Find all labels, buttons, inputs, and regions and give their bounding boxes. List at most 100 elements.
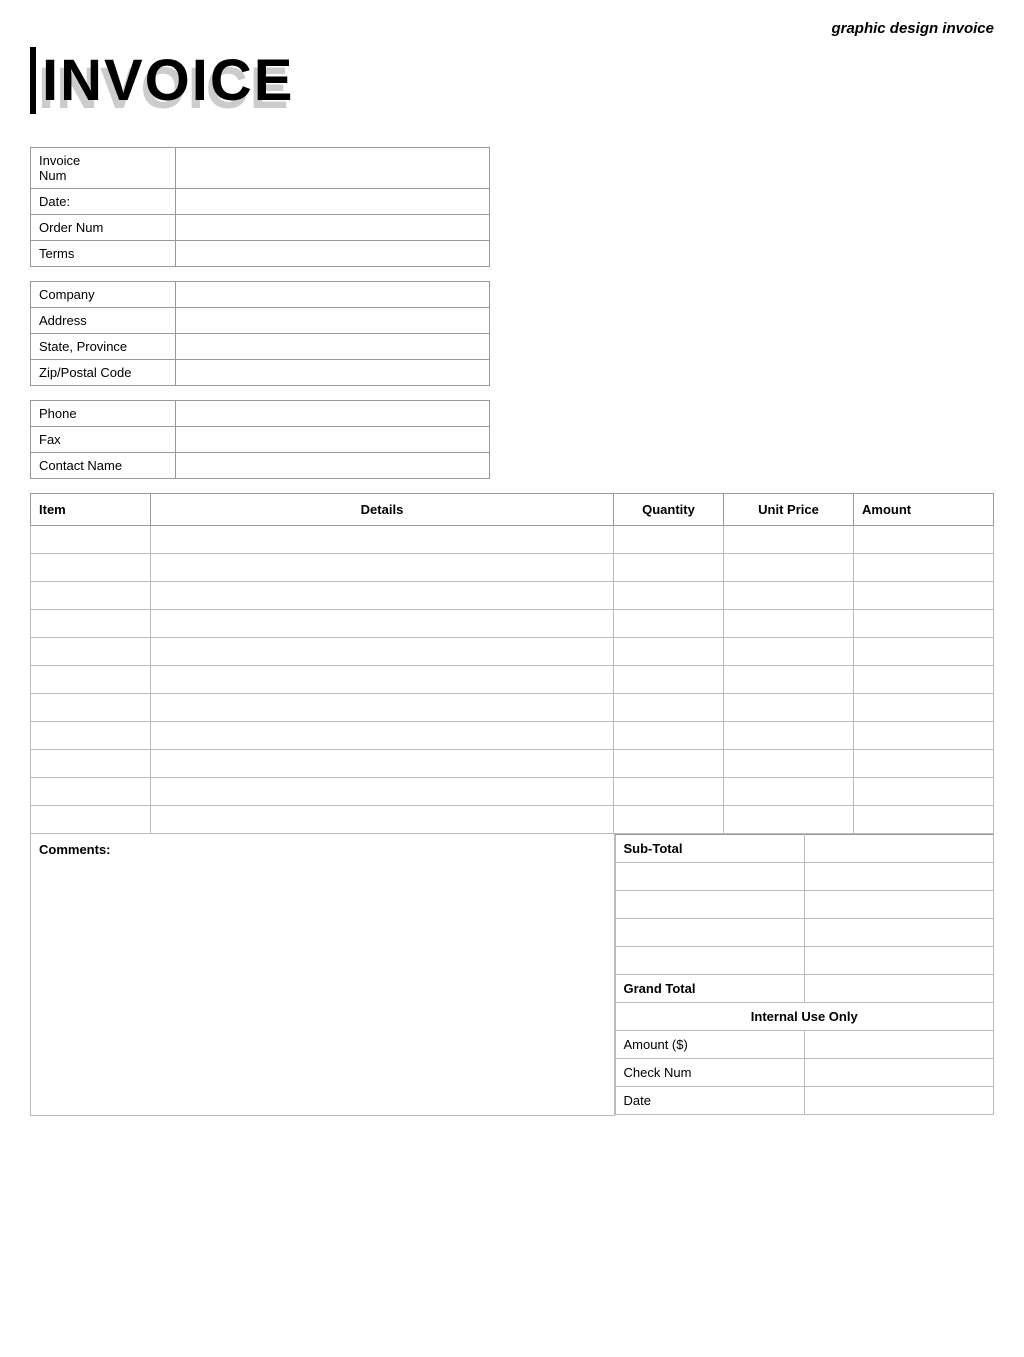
row-10-item[interactable] (31, 806, 151, 834)
row-8-unit_price[interactable] (724, 750, 854, 778)
row-5-item[interactable] (31, 666, 151, 694)
subtotal-value[interactable] (804, 835, 993, 863)
row-9-details[interactable] (151, 778, 614, 806)
row-5-details[interactable] (151, 666, 614, 694)
extra-value-3[interactable] (804, 919, 993, 947)
row-10-amount[interactable] (854, 806, 994, 834)
bottom-table: Comments: Sub-Total (30, 834, 994, 1116)
row-3-details[interactable] (151, 610, 614, 638)
row-9-quantity[interactable] (614, 778, 724, 806)
comments-label: Comments: (39, 842, 111, 857)
row-5-amount[interactable] (854, 666, 994, 694)
amount-value[interactable] (804, 1031, 993, 1059)
row-1-details[interactable] (151, 554, 614, 582)
row-3-unit_price[interactable] (724, 610, 854, 638)
totals-cell: Sub-Total (614, 834, 994, 1115)
row-8-quantity[interactable] (614, 750, 724, 778)
row-6-unit_price[interactable] (724, 694, 854, 722)
row-6-quantity[interactable] (614, 694, 724, 722)
row-7-unit_price[interactable] (724, 722, 854, 750)
row-4-details[interactable] (151, 638, 614, 666)
zip-row: Zip/Postal Code (31, 360, 489, 385)
extra-value-4[interactable] (804, 947, 993, 975)
invoice-num-value[interactable] (176, 148, 489, 188)
row-4-unit_price[interactable] (724, 638, 854, 666)
address-value[interactable] (176, 308, 489, 333)
order-num-row: Order Num (31, 215, 489, 241)
row-3-amount[interactable] (854, 610, 994, 638)
row-8-details[interactable] (151, 750, 614, 778)
row-7-quantity[interactable] (614, 722, 724, 750)
row-2-quantity[interactable] (614, 582, 724, 610)
extra-value-2[interactable] (804, 891, 993, 919)
extra-value-1[interactable] (804, 863, 993, 891)
table-row (31, 638, 994, 666)
table-row (31, 806, 994, 834)
phone-value[interactable] (176, 401, 489, 426)
row-0-details[interactable] (151, 526, 614, 554)
row-8-item[interactable] (31, 750, 151, 778)
row-0-unit_price[interactable] (724, 526, 854, 554)
row-3-quantity[interactable] (614, 610, 724, 638)
state-province-row: State, Province (31, 334, 489, 360)
row-5-unit_price[interactable] (724, 666, 854, 694)
amount-label: Amount ($) (615, 1031, 804, 1059)
row-10-details[interactable] (151, 806, 614, 834)
row-10-quantity[interactable] (614, 806, 724, 834)
row-6-item[interactable] (31, 694, 151, 722)
date-value[interactable] (176, 189, 489, 214)
fax-value[interactable] (176, 427, 489, 452)
row-1-item[interactable] (31, 554, 151, 582)
row-7-item[interactable] (31, 722, 151, 750)
order-num-value[interactable] (176, 215, 489, 240)
internal-date-value[interactable] (804, 1087, 993, 1115)
table-row (31, 722, 994, 750)
row-9-item[interactable] (31, 778, 151, 806)
row-8-amount[interactable] (854, 750, 994, 778)
row-9-amount[interactable] (854, 778, 994, 806)
row-0-quantity[interactable] (614, 526, 724, 554)
row-1-unit_price[interactable] (724, 554, 854, 582)
row-2-item[interactable] (31, 582, 151, 610)
internal-use-header: Internal Use Only (615, 1003, 994, 1031)
internal-use-header-row: Internal Use Only (615, 1003, 994, 1031)
items-wrapper: Item Details Quantity Unit Price Amount … (30, 493, 994, 1116)
items-table: Item Details Quantity Unit Price Amount (30, 493, 994, 834)
invoice-info-section: InvoiceNum Date: Order Num Terms (30, 147, 490, 267)
address-label: Address (31, 308, 176, 333)
row-6-amount[interactable] (854, 694, 994, 722)
row-4-amount[interactable] (854, 638, 994, 666)
row-9-unit_price[interactable] (724, 778, 854, 806)
terms-value[interactable] (176, 241, 489, 266)
invoice-num-row: InvoiceNum (31, 148, 489, 189)
row-10-unit_price[interactable] (724, 806, 854, 834)
row-1-quantity[interactable] (614, 554, 724, 582)
row-0-amount[interactable] (854, 526, 994, 554)
row-2-unit_price[interactable] (724, 582, 854, 610)
row-0-item[interactable] (31, 526, 151, 554)
row-3-item[interactable] (31, 610, 151, 638)
terms-label: Terms (31, 241, 176, 266)
contact-name-value[interactable] (176, 453, 489, 478)
row-2-details[interactable] (151, 582, 614, 610)
row-1-amount[interactable] (854, 554, 994, 582)
check-num-value[interactable] (804, 1059, 993, 1087)
row-2-amount[interactable] (854, 582, 994, 610)
row-4-quantity[interactable] (614, 638, 724, 666)
extra-label-1 (615, 863, 804, 891)
row-5-quantity[interactable] (614, 666, 724, 694)
comments-cell: Comments: (31, 834, 615, 1115)
state-province-value[interactable] (176, 334, 489, 359)
row-4-item[interactable] (31, 638, 151, 666)
company-label: Company (31, 282, 176, 307)
extra-label-2 (615, 891, 804, 919)
terms-row: Terms (31, 241, 489, 266)
row-7-amount[interactable] (854, 722, 994, 750)
row-6-details[interactable] (151, 694, 614, 722)
row-7-details[interactable] (151, 722, 614, 750)
table-row (31, 750, 994, 778)
zip-value[interactable] (176, 360, 489, 385)
company-value[interactable] (176, 282, 489, 307)
grand-total-value[interactable] (804, 975, 993, 1003)
fax-label: Fax (31, 427, 176, 452)
